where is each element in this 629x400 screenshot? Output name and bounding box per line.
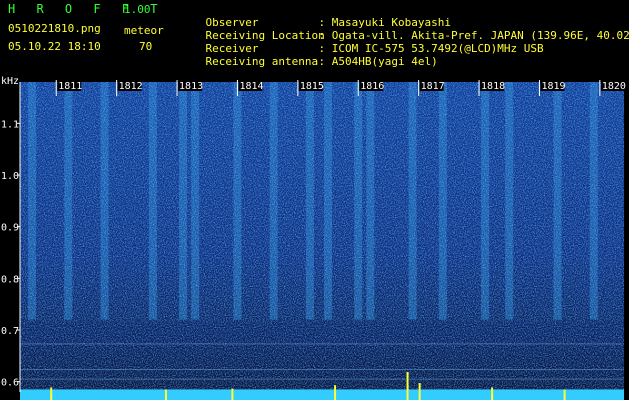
y-tick-label: 0.8 [1,274,19,285]
meteor-label: meteor [124,24,164,37]
x-tick-label: 1816 [360,81,384,92]
y-axis-title: kHz [1,76,19,87]
y-tick-label: 0.6 [1,378,19,389]
meteor-spike [563,389,566,400]
info-value: : A504HB(yagi 4el) [318,55,438,68]
y-tick-label: 1.0 [1,171,19,182]
x-tick-label: 1815 [300,81,324,92]
meteor-spike [334,385,337,400]
app-version: 1.00 [124,3,151,16]
x-tick-label: 1820 [602,81,626,92]
y-tick-label: 0.7 [1,326,19,337]
x-tick-label: 1814 [239,81,263,92]
meteor-spike [418,383,421,400]
spectrum-speckle [20,82,624,322]
y-tick-label: 1.1 [1,119,19,130]
info-key: Receiving antenna [205,55,319,68]
meteor-spike [491,387,494,400]
x-tick-label: 1817 [421,81,445,92]
x-tick-label: 1811 [58,81,82,92]
x-tick-label: 1813 [179,81,203,92]
y-tick-label: 0.9 [1,223,19,234]
y-axis: kHz 1.1 1.0 0.9 0.8 0.7 0.6 [1,76,21,392]
meteor-spike [231,388,234,400]
x-tick-label: 1819 [541,81,565,92]
meteor-count: 70 [139,40,153,53]
baseline-band [20,389,624,400]
meteor-spike [406,372,409,400]
file-name: 0510221810.png [8,22,101,35]
date-time: 05.10.22 18:10 [8,40,101,53]
x-tick-label: 1818 [481,81,505,92]
header-panel: H R O F F T 1.00 0510221810.png meteor 0… [0,0,629,72]
spectrogram-svg: kHz 1.1 1.0 0.9 0.8 0.7 0.6 1811 1812 1813 1814 18… [1,76,626,400]
meteor-spike [50,387,53,400]
spectrogram-area: kHz 1.1 1.0 0.9 0.8 0.7 0.6 1811 1812 1813 1814 18… [0,72,629,400]
meteor-spike [164,389,167,400]
x-tick-label: 1812 [119,81,143,92]
